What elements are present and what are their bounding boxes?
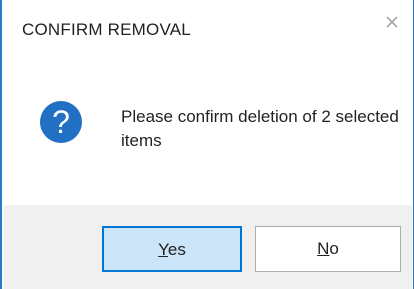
no-button[interactable]: No [255, 226, 401, 272]
close-icon-glyph [386, 16, 398, 28]
no-label-rest: o [329, 239, 339, 258]
close-icon[interactable] [383, 13, 401, 31]
no-accesskey: N [317, 239, 330, 258]
yes-button[interactable]: Yes [102, 226, 242, 272]
dialog-title: CONFIRM REMOVAL [22, 20, 191, 39]
dialog-message: Please confirm deletion of 2 selected it… [121, 107, 399, 150]
confirm-removal-dialog: CONFIRM REMOVAL ? Please confirm deletio… [0, 0, 414, 289]
yes-label-rest: es [167, 240, 186, 259]
question-icon: ? [40, 101, 82, 143]
yes-accesskey: Y [158, 240, 168, 259]
